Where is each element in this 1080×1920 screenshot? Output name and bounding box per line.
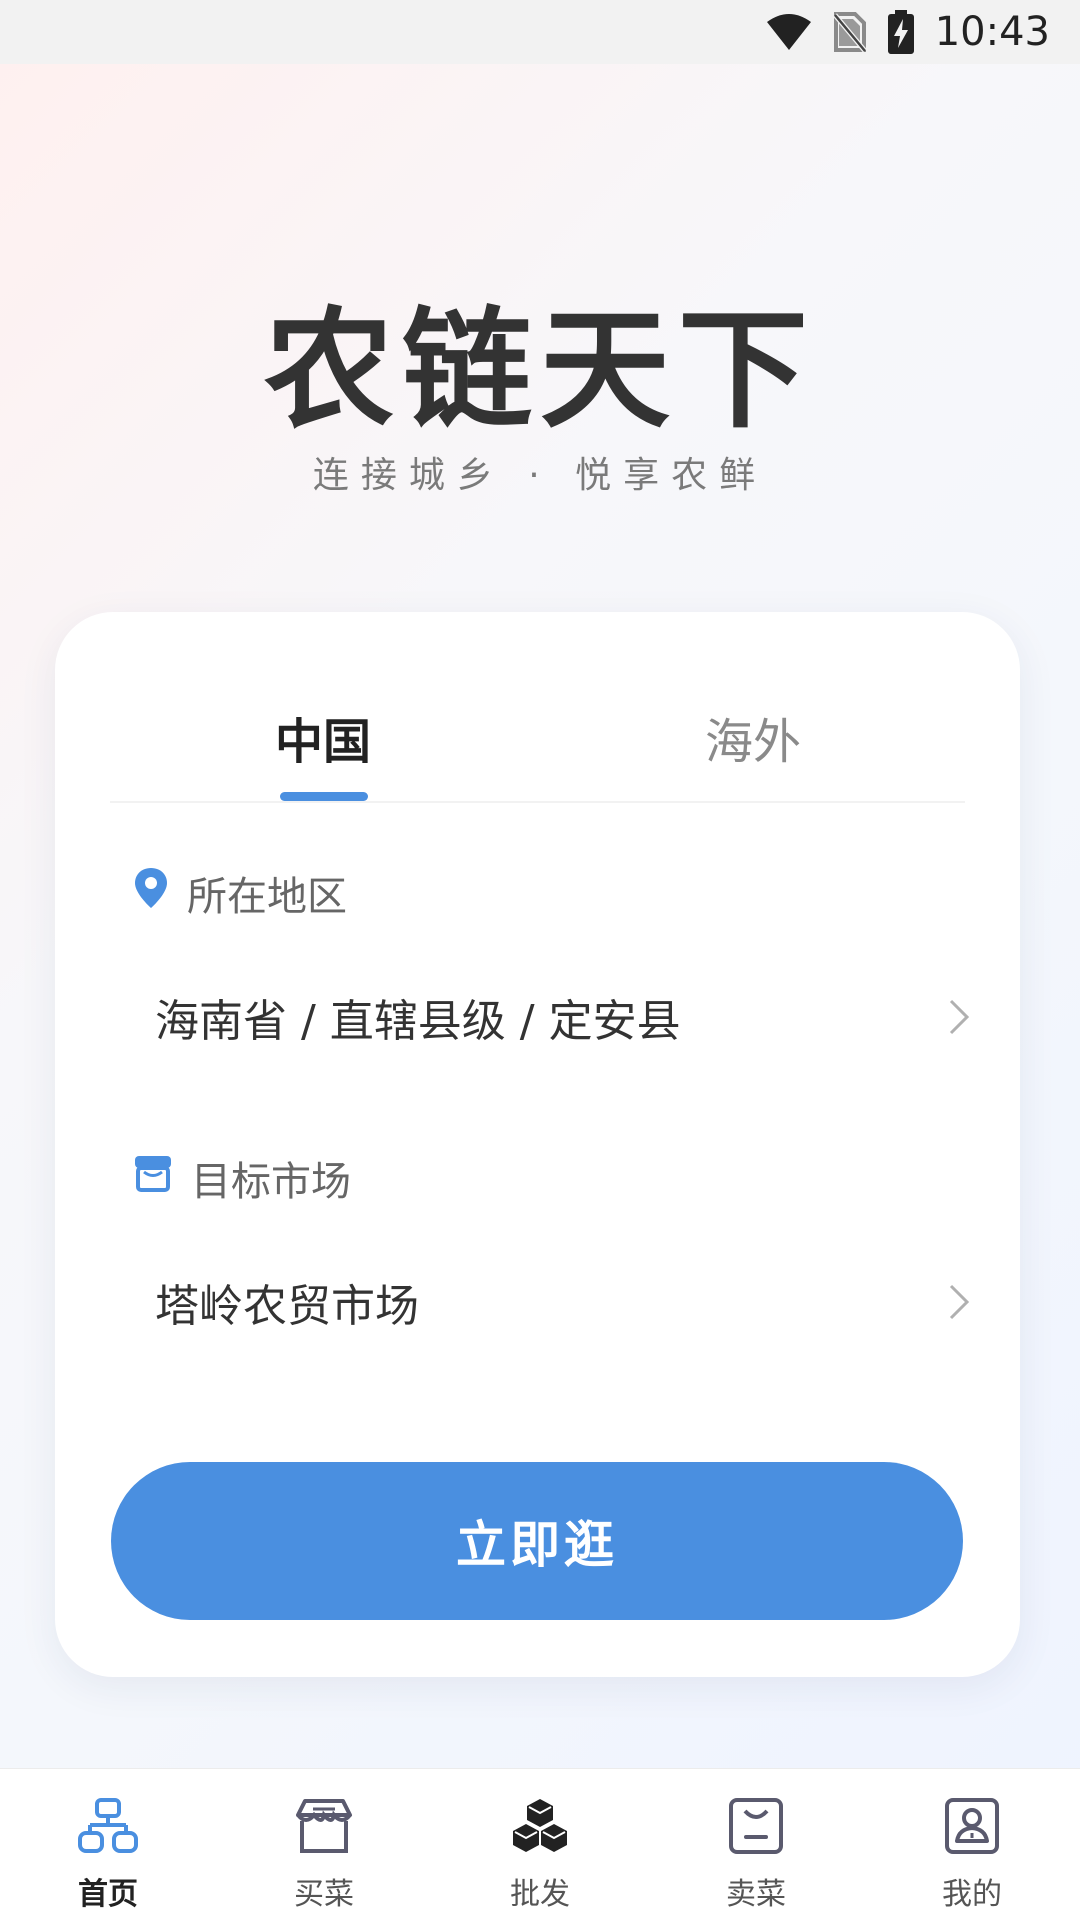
browse-now-button[interactable]: 立即逛 <box>111 1462 963 1620</box>
battery-charging-icon <box>887 10 915 54</box>
region-tabs: 中国 海外 <box>55 612 1020 803</box>
profile-icon <box>941 1795 1003 1857</box>
tab-overseas[interactable]: 海外 <box>705 702 801 772</box>
status-bar: 10:43 <box>0 0 1080 64</box>
region-label-text: 所在地区 <box>187 874 347 920</box>
wholesale-boxes-icon <box>509 1795 571 1857</box>
chevron-right-icon <box>948 997 970 1037</box>
location-pin-icon <box>133 866 169 920</box>
app-screen: 10:43 农链天下 连接城乡 · 悦享农鲜 中国 海外 所在地区 海南省 / … <box>0 0 1080 1920</box>
nav-item-buy[interactable]: 买菜 <box>216 1769 432 1920</box>
nav-label-wholesale: 批发 <box>510 1877 570 1912</box>
shop-icon <box>293 1795 355 1857</box>
nav-label-home: 首页 <box>78 1877 138 1912</box>
nav-label-profile: 我的 <box>942 1877 1002 1912</box>
location-card: 中国 海外 所在地区 海南省 / 直辖县级 / 定安县 目标市场 塔岭农贸市场 … <box>55 612 1020 1677</box>
nav-item-wholesale[interactable]: 批发 <box>432 1769 648 1920</box>
sell-bag-icon <box>725 1795 787 1857</box>
store-icon <box>133 1154 173 1202</box>
market-value: 塔岭农贸市场 <box>155 1281 419 1332</box>
app-slogan: 连接城乡 · 悦享农鲜 <box>312 455 768 496</box>
wifi-icon <box>765 12 813 52</box>
nav-item-home[interactable]: 首页 <box>0 1769 216 1920</box>
bottom-nav: 首页 买菜 批发 卖菜 我的 <box>0 1768 1080 1920</box>
region-selector[interactable]: 海南省 / 直辖县级 / 定安县 <box>155 977 970 1057</box>
tab-china[interactable]: 中国 <box>275 702 371 772</box>
nav-item-sell[interactable]: 卖菜 <box>648 1769 864 1920</box>
status-time: 10:43 <box>934 9 1050 55</box>
active-tab-indicator <box>280 792 368 801</box>
market-selector[interactable]: 塔岭农贸市场 <box>155 1262 970 1342</box>
region-value: 海南省 / 直辖县级 / 定安县 <box>155 996 681 1047</box>
no-sim-icon <box>832 11 867 53</box>
nav-item-profile[interactable]: 我的 <box>864 1769 1080 1920</box>
market-label: 目标市场 <box>133 1149 351 1207</box>
chevron-right-icon <box>948 1282 970 1322</box>
market-label-text: 目标市场 <box>191 1159 351 1205</box>
tab-divider <box>110 801 965 803</box>
app-title: 农链天下 <box>263 294 816 446</box>
nav-label-buy: 买菜 <box>294 1877 354 1912</box>
home-network-icon <box>77 1795 139 1857</box>
region-label: 所在地区 <box>133 864 347 922</box>
nav-label-sell: 卖菜 <box>726 1877 786 1912</box>
